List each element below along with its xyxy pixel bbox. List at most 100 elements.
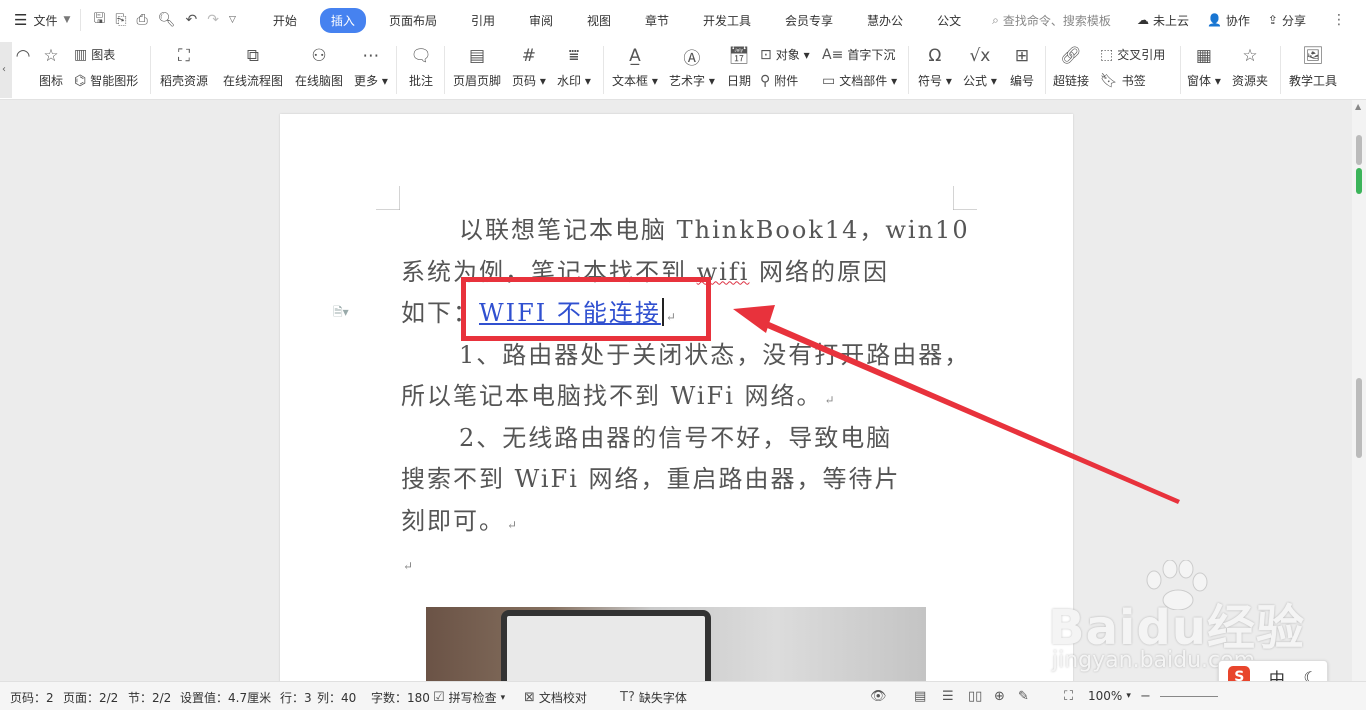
object-icon: ⊡ xyxy=(760,46,772,63)
tab-review[interactable]: 审阅 xyxy=(518,8,564,33)
tab-insert[interactable]: 插入 xyxy=(319,7,366,33)
bookmark-label: 书签 xyxy=(1121,74,1146,88)
chevron-down-icon: ▼ xyxy=(63,15,71,25)
status-word-count[interactable]: 字数：180 xyxy=(371,689,430,706)
watermark-button[interactable]: ⩸ 水印 ▾ xyxy=(557,40,591,89)
paragraph-intro-line1: 以联想笔记本电脑 ThinkBook14，win10 xyxy=(459,216,970,244)
zoom-level[interactable]: 100% ▾ xyxy=(1088,689,1131,703)
write-mode-icon[interactable]: ✎ xyxy=(1018,689,1029,704)
online-flowchart-button[interactable]: ⧉ 在线流程图 xyxy=(223,40,283,89)
dropcap-button[interactable]: A≡ 首字下沉 xyxy=(822,46,895,63)
resource-folder-button[interactable]: ☆ 资源夹 xyxy=(1232,40,1268,89)
undo-icon[interactable]: ↶ xyxy=(186,12,198,28)
fit-page-icon[interactable]: ⛶ xyxy=(1064,689,1073,704)
chart-button[interactable]: ▥ 图表 xyxy=(74,46,115,63)
tab-chapter[interactable]: 章节 xyxy=(634,8,680,33)
status-section[interactable]: 节：2/2 xyxy=(128,689,171,706)
page-number-label: 页码 ▾ xyxy=(512,74,546,88)
shape-button-partial[interactable]: ◠ xyxy=(12,40,34,68)
icon-gallery-button[interactable]: ☆ 图标 xyxy=(38,40,64,89)
cloud-status-button[interactable]: ☁ 未上云 xyxy=(1137,12,1189,29)
attachment-button[interactable]: ⚲ 附件 xyxy=(760,72,798,89)
wordart-button[interactable]: Ⓐ 艺术字 ▾ xyxy=(669,40,715,89)
print-preview-icon[interactable]: 🔍︎ xyxy=(158,12,176,28)
document-page[interactable]: 以联想笔记本电脑 ThinkBook14，win10 系统为例，笔记本找不到 w… xyxy=(280,114,1073,681)
page-number-button[interactable]: # 页码 ▾ xyxy=(512,40,546,89)
shape-icon: ◠ xyxy=(15,46,31,66)
document-body[interactable]: 以联想笔记本电脑 ThinkBook14，win10 系统为例，笔记本找不到 w… xyxy=(401,210,970,584)
tab-member[interactable]: 会员专享 xyxy=(774,8,844,33)
textbox-button[interactable]: A̲ 文本框 ▾ xyxy=(612,40,658,89)
numbering-button[interactable]: ⊞ 编号 xyxy=(1009,40,1035,89)
print-icon[interactable]: ⎙ xyxy=(137,12,148,28)
status-page-number[interactable]: 页码：2 xyxy=(10,689,54,706)
mindmap-icon: ⚇ xyxy=(311,46,327,66)
header-footer-label: 页眉页脚 xyxy=(453,74,502,88)
zoom-out-button[interactable]: − xyxy=(1140,689,1151,704)
status-position[interactable]: 设置值：4.7厘米 xyxy=(180,689,271,706)
paragraph-layout-icon[interactable]: 🗎▾ xyxy=(333,303,349,324)
proofread-button[interactable]: ⊠ 文档校对 xyxy=(524,689,587,706)
collaborate-label: 协作 xyxy=(1225,13,1250,28)
tab-page-layout[interactable]: 页面布局 xyxy=(378,8,448,33)
redo-icon[interactable]: ↷ xyxy=(207,12,219,28)
scrollbar-thumb[interactable] xyxy=(1356,378,1362,458)
share-button[interactable]: ⇪ 分享 xyxy=(1268,12,1306,29)
collaborate-button[interactable]: 👤 协作 xyxy=(1207,12,1250,29)
customize-toolbar-icon[interactable]: ▽ xyxy=(229,15,236,25)
comment-button[interactable]: 🗨 批注 xyxy=(408,40,434,89)
more-options-icon[interactable]: ⋮ xyxy=(1332,12,1346,28)
object-button[interactable]: ⊡ 对象 ▾ xyxy=(760,46,810,63)
form-window-button[interactable]: ▦ 窗体 ▾ xyxy=(1187,40,1221,89)
spellcheck-button[interactable]: ☑ 拼写检查 ▾ xyxy=(433,689,505,706)
date-label: 日期 xyxy=(726,74,751,88)
paragraph-reason2-line1: 2、无线路由器的信号不好，导致电脑 xyxy=(459,423,893,452)
missing-font-button[interactable]: T? 缺失字体 xyxy=(620,689,687,706)
teaching-tools-button[interactable]: 🖼︎ 教学工具 xyxy=(1289,40,1337,89)
online-mindmap-button[interactable]: ⚇ 在线脑图 xyxy=(295,40,343,89)
more-button[interactable]: ⋯ 更多 ▾ xyxy=(354,40,388,89)
tab-developer[interactable]: 开发工具 xyxy=(692,8,762,33)
hamburger-icon: ☰ xyxy=(14,11,28,29)
page-view-icon[interactable]: ▤ xyxy=(914,689,926,704)
annotation-highlight-box xyxy=(461,277,711,341)
date-button[interactable]: 📅︎ 日期 xyxy=(726,40,752,89)
header-footer-button[interactable]: ▤ 页眉页脚 xyxy=(453,40,501,89)
tab-smart-office[interactable]: 慧办公 xyxy=(856,8,914,33)
vertical-scrollbar[interactable]: ▲ xyxy=(1352,100,1366,681)
cross-reference-icon: ⬚ xyxy=(1100,46,1114,63)
numbering-icon: ⊞ xyxy=(1014,46,1030,66)
empty-paragraph: ↵ xyxy=(401,542,961,584)
docer-resources-button[interactable]: ⛶ 稻壳资源 xyxy=(160,40,208,89)
read-view-icon[interactable]: ▯▯ xyxy=(968,689,982,704)
smartart-button[interactable]: ⌬ 智能图形 xyxy=(74,72,138,89)
status-pages[interactable]: 页面：2/2 xyxy=(63,689,118,706)
formula-button[interactable]: √x 公式 ▾ xyxy=(963,40,997,89)
symbol-button[interactable]: Ω 符号 ▾ xyxy=(918,40,952,89)
teaching-tools-label: 教学工具 xyxy=(1289,74,1338,88)
cross-reference-button[interactable]: ⬚ 交叉引用 xyxy=(1100,46,1165,63)
margin-corner-mark xyxy=(953,186,977,210)
ribbon-divider xyxy=(603,46,604,94)
tab-official-doc[interactable]: 公文 xyxy=(926,8,972,33)
export-pdf-icon[interactable]: ⎘ xyxy=(115,12,126,28)
object-label: 对象 ▾ xyxy=(775,48,810,62)
scroll-up-icon[interactable]: ▲ xyxy=(1355,102,1361,111)
bookmark-button[interactable]: 🔖︎ 书签 xyxy=(1100,72,1146,89)
tab-view[interactable]: 视图 xyxy=(576,8,622,33)
tab-references[interactable]: 引用 xyxy=(460,8,506,33)
smartart-icon: ⌬ xyxy=(74,72,87,89)
paragraph-reason1-line2: 所以笔记本电脑找不到 WiFi 网络。 ↵ xyxy=(401,382,837,410)
tab-home[interactable]: 开始 xyxy=(262,8,308,33)
outline-view-icon[interactable]: ☰ xyxy=(942,689,954,704)
document-parts-icon: ▭ xyxy=(822,72,836,89)
hyperlink-button[interactable]: 🔗︎ 超链接 xyxy=(1053,40,1089,89)
web-view-icon[interactable]: ⊕ xyxy=(994,689,1005,704)
file-menu-button[interactable]: ☰ 文件 ▼ xyxy=(0,0,80,40)
save-icon[interactable]: 🖫 xyxy=(93,8,105,32)
zoom-slider[interactable] xyxy=(1160,696,1218,697)
eye-protection-icon[interactable]: 👁︎ xyxy=(870,689,887,704)
ribbon-divider xyxy=(150,46,151,94)
laptop-photo[interactable] xyxy=(426,607,926,681)
document-parts-button[interactable]: ▭ 文档部件 ▾ xyxy=(822,72,897,89)
